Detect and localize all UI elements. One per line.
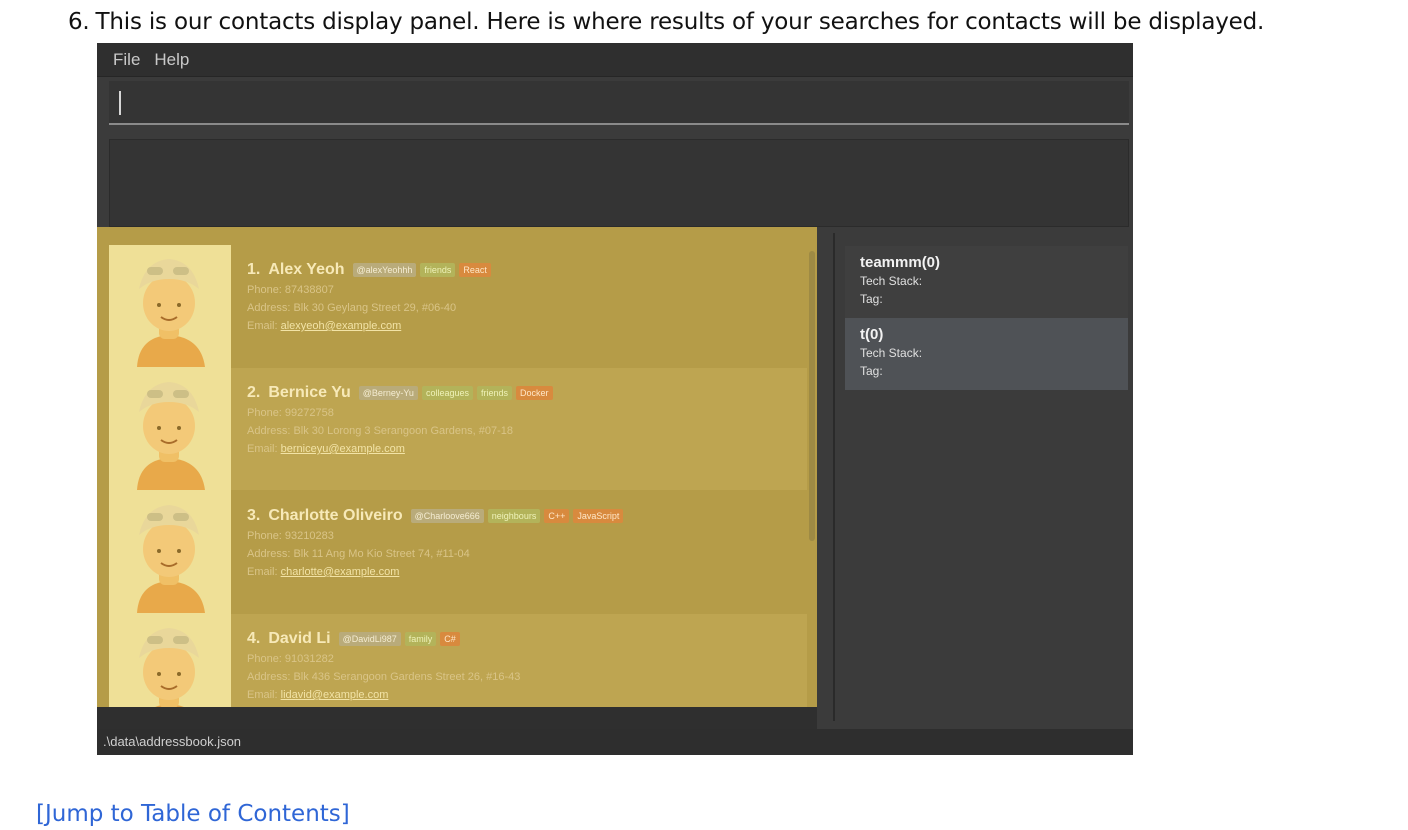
tech-badge: C++ — [544, 509, 570, 523]
command-box[interactable] — [109, 81, 1129, 125]
email-label: Email: — [247, 443, 278, 455]
command-input[interactable] — [125, 87, 1119, 119]
contact-email-row: Email: charlotte@example.com — [247, 563, 627, 581]
tag-badge: colleagues — [421, 386, 473, 400]
step-text: This is our contacts display panel. Here… — [95, 9, 1265, 35]
email-link[interactable]: lidavid@example.com — [281, 689, 389, 701]
contact-address: Address: Blk 30 Geylang Street 29, #06-4… — [247, 302, 457, 314]
panel-divider[interactable] — [833, 233, 835, 721]
tag-badge: family — [404, 632, 437, 646]
contact-index: 2. — [247, 384, 261, 401]
text-caret — [119, 91, 121, 115]
team-tag: Tag: — [860, 364, 883, 378]
team-tag: Tag: — [860, 292, 883, 306]
contact-card[interactable]: 4. David Li @DavidLi987 family C# Phone:… — [109, 614, 807, 707]
contact-address: Address: Blk 436 Serangoon Gardens Stree… — [247, 671, 521, 683]
email-link[interactable]: berniceyu@example.com — [281, 443, 405, 455]
email-label: Email: — [247, 689, 278, 701]
contact-name: Alex Yeoh — [268, 261, 345, 278]
contact-phone: Phone: 87438807 — [247, 284, 334, 296]
avatar-icon — [109, 245, 231, 367]
result-display — [109, 139, 1129, 227]
email-link[interactable]: alexyeoh@example.com — [281, 320, 402, 332]
github-badge: @Berney-Yu — [358, 386, 418, 400]
menu-help[interactable]: Help — [154, 50, 189, 70]
tag-badge: friends — [420, 263, 456, 277]
app-screenshot: File Help 1. Alex Yeoh @alexYeohhh frien… — [97, 43, 1133, 755]
tech-badge: Docker — [515, 386, 553, 400]
contact-email-row: Email: alexyeoh@example.com — [247, 317, 495, 335]
step-number: 6. — [68, 9, 90, 35]
contact-name: Charlotte Oliveiro — [268, 507, 403, 524]
menu-bar: File Help — [97, 43, 1133, 77]
team-tech-stack: Tech Stack: — [860, 274, 923, 288]
contact-phone: Phone: 99272758 — [247, 407, 334, 419]
contact-phone: Phone: 91031282 — [247, 653, 334, 665]
team-list-panel: teammm(0) Tech Stack: Tag: t(0) Tech Sta… — [845, 246, 1128, 391]
panel-footer — [97, 707, 817, 731]
tech-badge: JavaScript — [573, 509, 624, 523]
contact-address: Address: Blk 30 Lorong 3 Serangoon Garde… — [247, 425, 514, 437]
contact-card[interactable]: 3. Charlotte Oliveiro @Charloove666 neig… — [109, 491, 807, 613]
contacts-display-panel: 1. Alex Yeoh @alexYeohhh friends React P… — [97, 227, 817, 707]
contact-phone: Phone: 93210283 — [247, 530, 334, 542]
email-link[interactable]: charlotte@example.com — [281, 566, 400, 578]
contact-index: 4. — [247, 630, 261, 647]
menu-file[interactable]: File — [113, 50, 140, 70]
team-card[interactable]: t(0) Tech Stack: Tag: — [845, 318, 1128, 390]
github-badge: @alexYeohhh — [352, 263, 417, 277]
contacts-scrollbar[interactable] — [809, 251, 815, 541]
email-label: Email: — [247, 566, 278, 578]
contact-email-row: Email: berniceyu@example.com — [247, 440, 557, 458]
email-label: Email: — [247, 320, 278, 332]
jump-to-toc-link[interactable]: [Jump to Table of Contents] — [36, 798, 350, 830]
contact-card[interactable]: 2. Bernice Yu @Berney-Yu colleagues frie… — [109, 368, 807, 490]
github-badge: @DavidLi987 — [338, 632, 401, 646]
team-name: teammm(0) — [860, 254, 941, 271]
contact-name: Bernice Yu — [268, 384, 351, 401]
avatar-icon — [109, 368, 231, 490]
team-name: t(0) — [860, 326, 884, 343]
tech-badge: C# — [440, 632, 460, 646]
contact-address: Address: Blk 11 Ang Mo Kio Street 74, #1… — [247, 548, 470, 560]
contact-card[interactable]: 1. Alex Yeoh @alexYeohhh friends React P… — [109, 245, 807, 367]
tag-badge: friends — [476, 386, 512, 400]
contact-email-row: Email: lidavid@example.com — [247, 686, 520, 704]
team-card[interactable]: teammm(0) Tech Stack: Tag: — [845, 246, 1128, 318]
contact-index: 3. — [247, 507, 261, 524]
tag-badge: neighbours — [487, 509, 541, 523]
github-badge: @Charloove666 — [410, 509, 484, 523]
avatar-icon — [109, 614, 231, 707]
step-instruction: 6. This is our contacts display panel. He… — [68, 6, 1264, 38]
avatar-icon — [109, 491, 231, 613]
status-bar-path: .\data\addressbook.json — [97, 729, 1133, 755]
contact-index: 1. — [247, 261, 261, 278]
contact-name: David Li — [268, 630, 331, 647]
tech-badge: React — [459, 263, 491, 277]
team-tech-stack: Tech Stack: — [860, 346, 923, 360]
